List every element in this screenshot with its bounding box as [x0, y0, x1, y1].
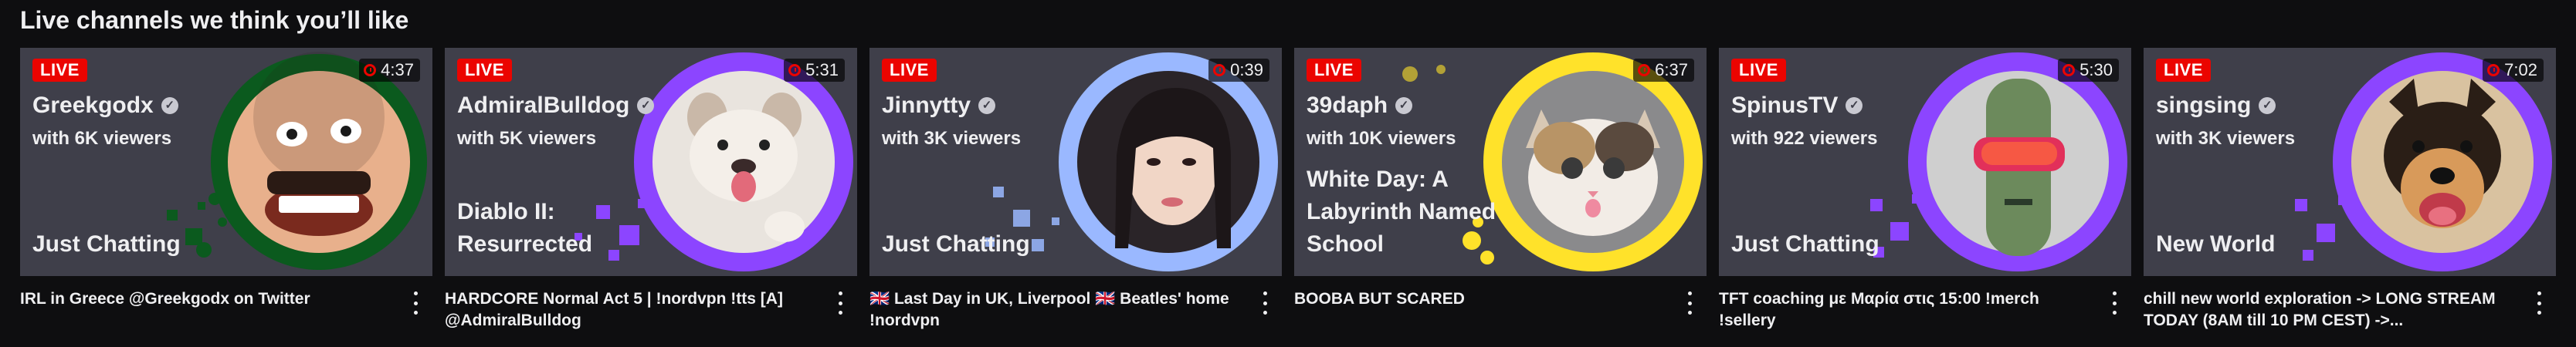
channel-card[interactable]: LIVE 4:37 Greekgodx ✓ with 6K viewers Ju… — [20, 48, 432, 341]
channel-thumbnail[interactable]: LIVE 0:39 Jinnytty ✓ with 3K viewers Jus… — [869, 48, 1282, 276]
category-label[interactable]: Just Chatting — [882, 228, 1083, 261]
uptime-text: 6:37 — [1655, 60, 1688, 79]
more-options-icon[interactable] — [1683, 291, 1696, 315]
stream-title[interactable]: 🇬🇧 Last Day in UK, Liverpool 🇬🇧 Beatles'… — [869, 288, 1240, 332]
more-options-icon[interactable] — [1259, 291, 1271, 315]
viewer-count: with 6K viewers — [32, 128, 172, 149]
uptime-badge: 4:37 — [359, 59, 420, 82]
stream-title[interactable]: chill new world exploration -> LONG STRE… — [2144, 288, 2514, 332]
uptime-text: 7:02 — [2504, 60, 2537, 79]
uptime-badge: 6:37 — [1633, 59, 1694, 82]
clock-icon — [2487, 64, 2500, 76]
viewer-count: with 922 viewers — [1731, 128, 1878, 149]
verified-icon: ✓ — [978, 97, 996, 114]
uptime-text: 4:37 — [381, 60, 414, 79]
streamer-row: AdmiralBulldog ✓ — [457, 93, 655, 119]
more-options-icon[interactable] — [2533, 291, 2545, 315]
stream-title[interactable]: IRL in Greece @Greekgodx on Twitter — [20, 288, 391, 310]
stream-title[interactable]: HARDCORE Normal Act 5 | !nordvpn !tts [A… — [445, 288, 815, 332]
channel-thumbnail[interactable]: LIVE 5:31 AdmiralBulldog ✓ with 5K viewe… — [445, 48, 857, 276]
uptime-text: 0:39 — [1230, 60, 1263, 79]
streamer-name[interactable]: singsing — [2156, 93, 2251, 119]
channel-thumbnail[interactable]: LIVE 5:30 SpinusTV ✓ with 922 viewers Ju… — [1719, 48, 2131, 276]
category-label[interactable]: Just Chatting — [32, 228, 233, 261]
channel-card[interactable]: LIVE 5:30 SpinusTV ✓ with 922 viewers Ju… — [1719, 48, 2131, 341]
streamer-row: Jinnytty ✓ — [882, 93, 996, 119]
channel-thumbnail[interactable]: LIVE 6:37 39daph ✓ with 10K viewers Whit… — [1294, 48, 1707, 276]
stream-title[interactable]: BOOBA BUT SCARED — [1294, 288, 1665, 310]
streamer-name[interactable]: Greekgodx — [32, 93, 154, 119]
viewer-count: with 5K viewers — [457, 128, 597, 149]
streamer-row: Greekgodx ✓ — [32, 93, 178, 119]
viewer-count: with 3K viewers — [2156, 128, 2296, 149]
streamer-name[interactable]: 39daph — [1307, 93, 1388, 119]
category-label[interactable]: Diablo II: Resurrected — [457, 196, 658, 261]
channel-thumbnail[interactable]: LIVE 4:37 Greekgodx ✓ with 6K viewers Ju… — [20, 48, 432, 276]
live-badge: LIVE — [2156, 59, 2211, 82]
uptime-badge: 5:30 — [2058, 59, 2119, 82]
uptime-text: 5:30 — [2079, 60, 2113, 79]
channel-card[interactable]: LIVE 0:39 Jinnytty ✓ with 3K viewers Jus… — [869, 48, 1282, 341]
stream-title[interactable]: TFT coaching με Μαρία στις 15:00 !merch … — [1719, 288, 2090, 332]
verified-icon: ✓ — [2259, 97, 2276, 114]
channel-row: LIVE 4:37 Greekgodx ✓ with 6K viewers Ju… — [20, 48, 2556, 341]
more-options-icon[interactable] — [834, 291, 846, 315]
viewer-count: with 10K viewers — [1307, 128, 1456, 149]
live-badge: LIVE — [457, 59, 512, 82]
streamer-row: SpinusTV ✓ — [1731, 93, 1863, 119]
uptime-badge: 7:02 — [2483, 59, 2544, 82]
uptime-text: 5:31 — [805, 60, 839, 79]
verified-icon: ✓ — [1846, 97, 1863, 114]
viewer-count: with 3K viewers — [882, 128, 1022, 149]
streamer-row: singsing ✓ — [2156, 93, 2276, 119]
verified-icon: ✓ — [637, 97, 655, 114]
clock-icon — [2062, 64, 2076, 76]
streamer-row: 39daph ✓ — [1307, 93, 1413, 119]
category-label[interactable]: Just Chatting — [1731, 228, 1932, 261]
uptime-badge: 5:31 — [784, 59, 845, 82]
channel-card[interactable]: LIVE 5:31 AdmiralBulldog ✓ with 5K viewe… — [445, 48, 857, 341]
clock-icon — [788, 64, 802, 76]
category-label[interactable]: White Day: A Labyrinth Named School — [1307, 163, 1507, 261]
verified-icon: ✓ — [1395, 97, 1413, 114]
streamer-name[interactable]: AdmiralBulldog — [457, 93, 629, 119]
streamer-name[interactable]: SpinusTV — [1731, 93, 1838, 119]
clock-icon — [1638, 64, 1651, 76]
category-label[interactable]: New World — [2156, 228, 2357, 261]
channel-card[interactable]: LIVE 7:02 singsing ✓ with 3K viewers New… — [2144, 48, 2556, 341]
more-options-icon[interactable] — [409, 291, 422, 315]
live-badge: LIVE — [32, 59, 87, 82]
channel-thumbnail[interactable]: LIVE 7:02 singsing ✓ with 3K viewers New… — [2144, 48, 2556, 276]
clock-icon — [1213, 64, 1226, 76]
clock-icon — [364, 64, 377, 76]
channel-card[interactable]: LIVE 6:37 39daph ✓ with 10K viewers Whit… — [1294, 48, 1707, 341]
uptime-badge: 0:39 — [1208, 59, 1269, 82]
live-badge: LIVE — [1731, 59, 1786, 82]
streamer-name[interactable]: Jinnytty — [882, 93, 971, 119]
more-options-icon[interactable] — [2108, 291, 2120, 315]
verified-icon: ✓ — [161, 97, 178, 114]
live-badge: LIVE — [1307, 59, 1361, 82]
section-title: Live channels we think you’ll like — [20, 6, 409, 34]
live-badge: LIVE — [882, 59, 937, 82]
